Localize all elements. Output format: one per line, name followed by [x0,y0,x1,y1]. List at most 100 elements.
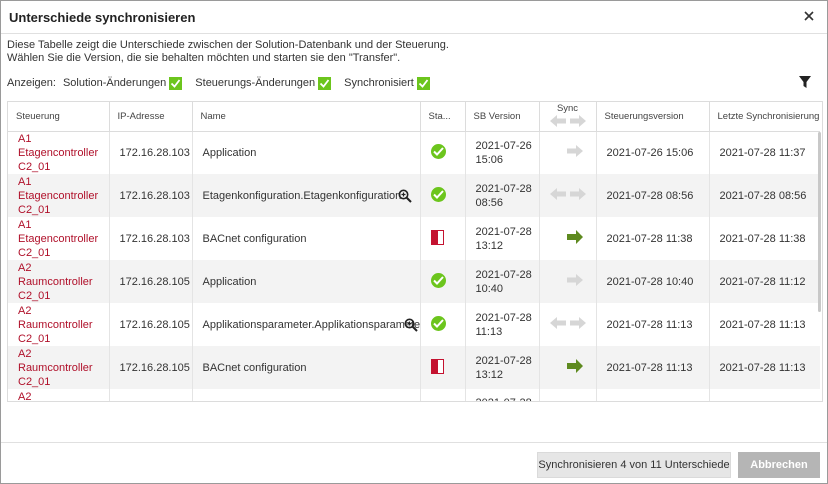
header-steuerung[interactable]: Steuerung [8,102,110,132]
cell-steuerung: A1 Etagencontroller C2_01 [8,217,110,260]
filter-solution-changes[interactable]: Solution-Änderungen [62,76,183,90]
header-sync-label: Sync [556,103,579,114]
filter-synchronized[interactable]: Synchronisiert [344,76,430,90]
cell-status [420,303,466,346]
checkbox-checked-icon[interactable] [416,76,430,90]
cell-sb-version: 2021-07-28 10:40 [465,260,540,303]
cell-steuerungsversion: 2021-07-26 15:06 [596,131,710,174]
cell-status [420,260,466,303]
ctrl-line1: A2 [18,304,32,317]
table-row[interactable]: A2 Raumcontroller C2_01 172.16.28.105 BACn… [8,346,820,389]
cell-steuerungsversion: 2021-07-28 11:13 [596,303,710,346]
cell-sb-version: 2021-07-26 15:06 [465,131,540,174]
cell-sb-version: 2021-07-28 13:12 [465,346,540,389]
ctrl-line2: Etagencontroller [18,146,99,159]
cell-ip [109,389,193,401]
table-row[interactable]: A1 Etagencontroller C2_01 172.16.28.103 Ap… [8,131,820,174]
cell-letzte-sync [709,389,820,401]
ctrl-line3: C2_01 [18,246,51,259]
cancel-button[interactable]: Abbrechen [738,452,820,478]
cell-status [420,174,466,217]
sb-date: 2021-07-28 [476,396,539,401]
ctrl-line3: C2_01 [18,289,51,302]
ctrl-line3: C2_01 [18,203,51,216]
cell-sync[interactable] [539,174,597,217]
filter-bar: Anzeigen: Solution-Änderungen Steuerungs… [7,76,443,90]
table-row[interactable]: A1 Etagencontroller C2_01 172.16.28.103 Et… [8,174,820,217]
filter-funnel-icon[interactable] [798,75,812,89]
table-row[interactable]: A2 2021-07-28 [8,389,820,402]
cell-sync[interactable] [539,389,597,401]
ctrl-line2: Raumcontroller [18,361,93,374]
ctrl-line3: C2_01 [18,160,51,173]
filter-controller-changes[interactable]: Steuerungs-Änderungen [195,76,332,90]
table-row[interactable]: A1 Etagencontroller C2_01 172.16.28.103 BA… [8,217,820,260]
cell-ip: 172.16.28.103 [109,174,193,217]
cell-letzte-sync: 2021-07-28 11:38 [719,232,806,245]
ctrl-line1: A2 [18,347,32,360]
cell-steuerungsversion [596,389,710,401]
checkbox-checked-icon[interactable] [169,76,183,90]
ctrl-line1: A2 [18,391,32,402]
cell-letzte-sync: 2021-07-28 11:37 [719,146,806,159]
sb-time: 11:13 [475,325,503,338]
ctrl-line3: C2_01 [18,375,51,388]
status-diff-icon [430,358,444,374]
sb-date: 2021-07-28 [475,311,532,324]
cell-sync[interactable] [539,260,597,303]
table-row[interactable]: A2 Raumcontroller C2_01 172.16.28.105 Appl… [8,303,820,346]
sb-time: 08:56 [475,196,504,209]
cell-ip: 172.16.28.105 [109,260,193,303]
sync-dialog: Unterschiede synchronisieren Diese Tabel… [0,0,828,484]
ctrl-line2: Etagencontroller [18,232,99,245]
cell-steuerungsversion: 2021-07-28 08:56 [596,174,710,217]
sb-date: 2021-07-26 [475,139,532,152]
arrow-right-green-icon [566,230,583,244]
ctrl-line2: Raumcontroller [18,318,93,331]
header-status[interactable]: Sta... [420,102,466,132]
cell-letzte-sync: 2021-07-28 11:13 [709,346,820,389]
cell-status [420,346,466,389]
cell-steuerungsversion: 2021-07-28 11:13 [596,346,710,389]
cell-sb-version: 2021-07-28 11:13 [465,303,540,346]
sync-all-arrows-icon[interactable] [540,114,596,130]
zoom-icon[interactable] [404,318,418,332]
cell-sync[interactable] [539,217,597,260]
ctrl-line3: C2_01 [18,332,51,345]
sb-date: 2021-07-28 [475,225,532,238]
synchronize-button[interactable]: Synchronisieren 4 von 11 Unterschiede [537,452,731,478]
cell-name [192,389,421,401]
cell-name: Application [192,131,421,174]
status-ok-icon [430,315,446,331]
arrow-right-gray-icon [566,274,583,286]
header-name[interactable]: Name [192,102,421,132]
header-steuerungsversion[interactable]: Steuerungsversion [596,102,710,132]
ctrl-line1: A1 [18,175,32,188]
header-sync[interactable]: Sync [539,102,597,132]
cell-sync[interactable] [539,346,597,389]
zoom-icon[interactable] [398,189,412,203]
description-line-1: Diese Tabelle zeigt die Unterschiede zwi… [7,39,449,51]
sb-time: 10:40 [475,282,504,295]
name-text: Etagenkonfiguration.Etagenkonfiguration [202,189,402,202]
cell-sb-version: 2021-07-28 13:12 [465,217,540,260]
header-sb-version[interactable]: SB Version [465,102,540,132]
close-icon[interactable] [801,8,817,24]
cell-steuerung: A2 [8,389,110,402]
dialog-title: Unterschiede synchronisieren [9,10,196,25]
cell-letzte-sync: 2021-07-28 11:13 [719,318,806,331]
filter-solution-changes-label: Solution-Änderungen [62,77,167,89]
checkbox-checked-icon[interactable] [318,76,332,90]
cell-letzte-sync: 2021-07-28 08:56 [709,174,820,217]
cell-sync[interactable] [539,131,597,174]
table-row[interactable]: A2 Raumcontroller C2_01 172.16.28.105 Appl… [8,260,820,303]
header-ip[interactable]: IP-Adresse [109,102,193,132]
cell-sync[interactable] [539,303,597,346]
cell-ip: 172.16.28.103 [109,131,193,174]
header-letzte-sync[interactable]: Letzte Synchronisierung [709,102,820,132]
table-scrollbar[interactable] [818,132,821,312]
status-diff-icon [430,229,444,245]
cell-name: BACnet configuration [192,346,421,389]
cell-ip: 172.16.28.105 [109,303,193,346]
sb-time: 13:12 [475,368,504,381]
